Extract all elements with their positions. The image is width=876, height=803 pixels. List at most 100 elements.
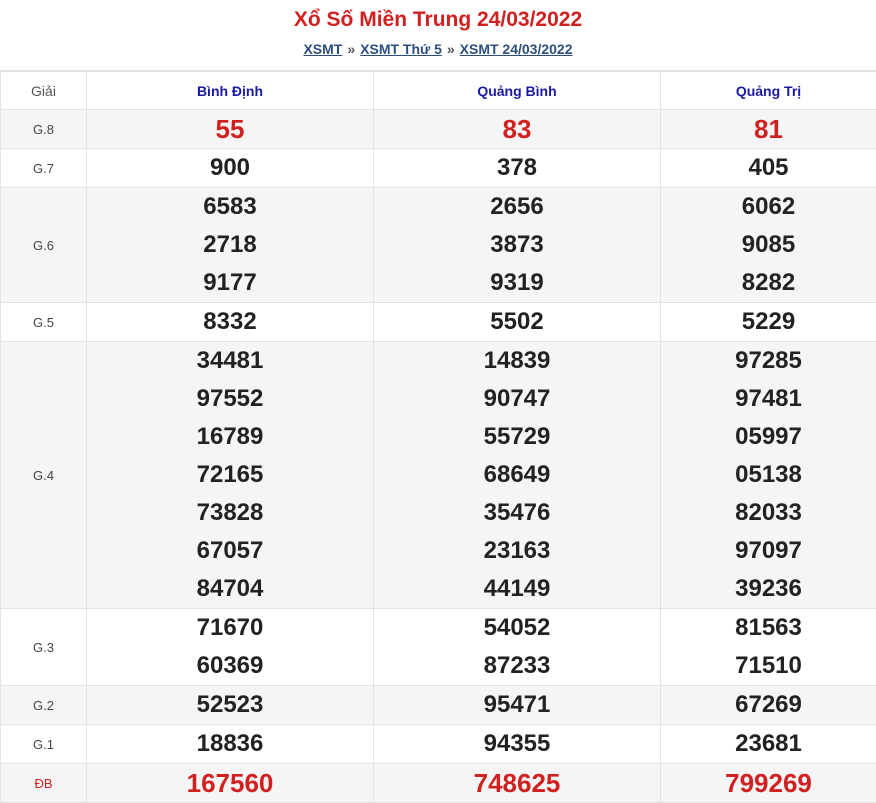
province-header-quang-binh[interactable]: Quảng Bình (374, 72, 661, 110)
lottery-number: 90747 (374, 380, 660, 418)
province-header-binh-dinh[interactable]: Bình Định (87, 72, 374, 110)
lottery-number: 2656 (374, 188, 660, 226)
breadcrumb-separator: » (347, 41, 355, 57)
province-result-cell: 52523 (87, 686, 374, 725)
lottery-number: 3873 (374, 226, 660, 264)
lottery-number: 167560 (87, 764, 373, 802)
lottery-number: 71670 (87, 609, 373, 647)
lottery-number: 05997 (661, 418, 876, 456)
lottery-number: 900 (87, 149, 373, 187)
province-result-cell: 405 (661, 149, 876, 188)
lottery-number: 23681 (661, 725, 876, 763)
prize-row: G.8558381 (1, 110, 876, 149)
lottery-number: 9319 (374, 264, 660, 302)
province-result-cell: 748625 (374, 764, 661, 803)
lottery-number: 97552 (87, 380, 373, 418)
lottery-number: 94355 (374, 725, 660, 763)
lottery-number: 5229 (661, 303, 876, 341)
province-result-cell: 900 (87, 149, 374, 188)
lottery-number: 81 (661, 110, 876, 148)
lottery-number: 14839 (374, 342, 660, 380)
prize-row: G.1188369435523681 (1, 725, 876, 764)
breadcrumb-link-xsmt[interactable]: XSMT (303, 41, 342, 57)
province-result-cell: 606290858282 (661, 188, 876, 303)
lottery-number: 67269 (661, 686, 876, 724)
prize-label: G.2 (1, 686, 87, 725)
table-header-row: Giải Bình Định Quảng Bình Quảng Trị (1, 72, 876, 110)
lottery-number: 82033 (661, 494, 876, 532)
lottery-number: 6062 (661, 188, 876, 226)
province-result-cell: 34481975521678972165738286705784704 (87, 342, 374, 609)
prize-label: G.3 (1, 609, 87, 686)
lottery-number: 748625 (374, 764, 660, 802)
prize-row: G.2525239547167269 (1, 686, 876, 725)
lottery-number: 18836 (87, 725, 373, 763)
prize-column-header: Giải (1, 72, 87, 110)
lottery-number: 97097 (661, 532, 876, 570)
breadcrumb: XSMT » XSMT Thứ 5 » XSMT 24/03/2022 (0, 41, 876, 58)
lottery-number: 799269 (661, 764, 876, 802)
province-result-cell: 81 (661, 110, 876, 149)
lottery-number: 83 (374, 110, 660, 148)
prize-row: ĐB167560748625799269 (1, 764, 876, 803)
lottery-number: 9085 (661, 226, 876, 264)
lottery-number: 68649 (374, 456, 660, 494)
prize-row: G.5833255025229 (1, 303, 876, 342)
page-header: Xổ Số Miền Trung 24/03/2022 XSMT » XSMT Th… (0, 0, 876, 71)
prize-row: G.43448197552167897216573828670578470414… (1, 342, 876, 609)
province-result-cell: 799269 (661, 764, 876, 803)
prize-label: G.8 (1, 110, 87, 149)
province-result-cell: 378 (374, 149, 661, 188)
province-result-cell: 97285974810599705138820339709739236 (661, 342, 876, 609)
province-result-cell: 5405287233 (374, 609, 661, 686)
breadcrumb-link-xsmt-date[interactable]: XSMT 24/03/2022 (460, 41, 573, 57)
lottery-number: 87233 (374, 647, 660, 685)
prize-row: G.6658327189177265638739319606290858282 (1, 188, 876, 303)
lottery-number: 55729 (374, 418, 660, 456)
province-result-cell: 265638739319 (374, 188, 661, 303)
lottery-number: 55 (87, 110, 373, 148)
lottery-number: 34481 (87, 342, 373, 380)
prize-label: G.5 (1, 303, 87, 342)
lottery-number: 05138 (661, 456, 876, 494)
lottery-number: 5502 (374, 303, 660, 341)
province-result-cell: 167560 (87, 764, 374, 803)
lottery-number: 16789 (87, 418, 373, 456)
prize-label: G.7 (1, 149, 87, 188)
lottery-number: 81563 (661, 609, 876, 647)
lottery-number: 378 (374, 149, 660, 187)
lottery-number: 54052 (374, 609, 660, 647)
lottery-number: 2718 (87, 226, 373, 264)
prize-row: G.7900378405 (1, 149, 876, 188)
breadcrumb-separator: » (447, 41, 455, 57)
lottery-number: 35476 (374, 494, 660, 532)
lottery-number: 97481 (661, 380, 876, 418)
lottery-number: 97285 (661, 342, 876, 380)
page-title: Xổ Số Miền Trung 24/03/2022 (0, 0, 876, 33)
prize-row: G.3716706036954052872338156371510 (1, 609, 876, 686)
results-body: G.8558381G.7900378405G.66583271891772656… (1, 110, 876, 803)
province-result-cell: 18836 (87, 725, 374, 764)
prize-label: G.4 (1, 342, 87, 609)
lottery-number: 67057 (87, 532, 373, 570)
lottery-number: 8332 (87, 303, 373, 341)
province-result-cell: 658327189177 (87, 188, 374, 303)
province-result-cell: 55 (87, 110, 374, 149)
province-result-cell: 83 (374, 110, 661, 149)
province-result-cell: 5229 (661, 303, 876, 342)
prize-label: G.6 (1, 188, 87, 303)
prize-label: ĐB (1, 764, 87, 803)
province-result-cell: 94355 (374, 725, 661, 764)
breadcrumb-link-xsmt-thu5[interactable]: XSMT Thứ 5 (360, 41, 442, 57)
lottery-number: 39236 (661, 570, 876, 608)
lottery-number: 405 (661, 149, 876, 187)
lottery-number: 8282 (661, 264, 876, 302)
province-result-cell: 23681 (661, 725, 876, 764)
province-result-cell: 14839907475572968649354762316344149 (374, 342, 661, 609)
lottery-number: 71510 (661, 647, 876, 685)
province-header-quang-tri[interactable]: Quảng Trị (661, 72, 876, 110)
lottery-number: 73828 (87, 494, 373, 532)
lottery-number: 60369 (87, 647, 373, 685)
province-result-cell: 5502 (374, 303, 661, 342)
results-table: Giải Bình Định Quảng Bình Quảng Trị G.85… (0, 71, 876, 803)
